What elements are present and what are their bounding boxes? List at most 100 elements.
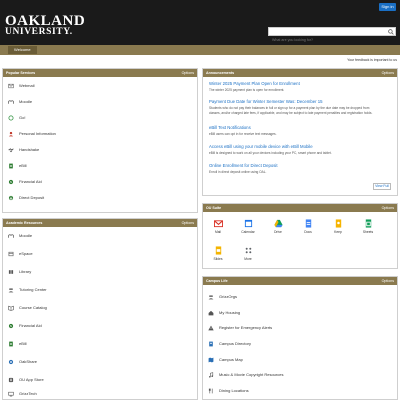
map-icon: [208, 357, 214, 363]
app-label: Mail: [214, 230, 222, 234]
app-docs[interactable]: Docs: [299, 219, 317, 234]
music-icon: [209, 372, 214, 378]
service-moodle[interactable]: Moodle: [8, 98, 32, 106]
app-sheets[interactable]: Sheets: [359, 219, 377, 234]
campus-directory[interactable]: Campus Directory: [208, 340, 251, 348]
resource-ou-app-store[interactable]: OU App Store: [8, 376, 44, 384]
ebill-icon: [9, 163, 13, 169]
resource-label: GrizzTech: [19, 391, 37, 396]
app-label: More: [244, 257, 252, 261]
search-input[interactable]: [269, 36, 379, 44]
resource-moodle[interactable]: Moodle: [8, 232, 32, 240]
announcement-title[interactable]: Access eBill using your mobile device wi…: [209, 144, 313, 149]
campus-copyright-resources[interactable]: Music & Movie Copyright Resources: [208, 371, 283, 379]
view-all-button[interactable]: View Full: [373, 183, 391, 190]
announcements-panel: Announcements Options Winter 2025 Paymen…: [202, 68, 398, 196]
app-keep[interactable]: Keep: [329, 219, 347, 234]
panel-title: Popular Services: [6, 71, 36, 75]
campus-map[interactable]: Campus Map: [208, 356, 243, 364]
announcement-title[interactable]: Payment Due Date for Winter Semester Was…: [209, 99, 323, 104]
options-button[interactable]: Options: [382, 277, 394, 285]
service-label: Go!: [19, 115, 26, 120]
panel-title: Announcements: [206, 71, 235, 75]
options-button[interactable]: Options: [382, 69, 394, 77]
announcement-title[interactable]: eBill Text Notifications: [209, 125, 251, 130]
resource-ebill[interactable]: eBill: [8, 340, 27, 348]
campus-grizzorgs[interactable]: GrizzOrgs: [208, 293, 237, 301]
resource-financial-aid[interactable]: $ Financial Aid: [8, 322, 42, 330]
oakland-logo[interactable]: OAKLAND UNIVERSITY.: [5, 14, 85, 38]
service-webmail[interactable]: Webmail: [8, 82, 35, 90]
keep-icon: [335, 219, 341, 228]
app-label: Docs: [304, 230, 312, 234]
academic-resources-panel: Academic Resources Options Moodle eSpace…: [2, 218, 198, 400]
campus-label: Campus Map: [219, 357, 243, 362]
announcement-body: Students who do not pay their balances i…: [209, 106, 370, 110]
calendar-icon: [244, 219, 252, 228]
campus-dining-locations[interactable]: Dining Locations: [208, 387, 249, 395]
campus-label: Dining Locations: [219, 388, 249, 393]
grizztech-icon: [8, 391, 14, 397]
service-personal-information[interactable]: Personal Information: [8, 130, 56, 138]
campus-label: My Housing: [219, 310, 241, 315]
resource-label: Library: [19, 269, 32, 274]
service-label: eBill: [19, 163, 27, 168]
app-drive[interactable]: Drive: [269, 219, 287, 234]
oakshare-icon: [8, 359, 14, 365]
library-icon: [8, 270, 14, 274]
resource-library[interactable]: Library: [8, 268, 31, 276]
panel-header: Campus Life Options: [203, 277, 397, 285]
resource-label: Moodle: [19, 233, 33, 238]
panel-header: Academic Resources Options: [3, 219, 197, 227]
app-more[interactable]: More: [239, 246, 257, 261]
app-slides[interactable]: Slides: [209, 246, 227, 261]
app-label: Calendar: [241, 230, 255, 234]
slides-icon: [215, 246, 221, 255]
campus-my-housing[interactable]: My Housing: [208, 309, 240, 317]
resource-oakshare[interactable]: OakShare: [8, 358, 37, 366]
resource-label: Tutoring Center: [19, 287, 47, 292]
options-button[interactable]: Options: [382, 204, 394, 212]
announcement-title[interactable]: Winter 2025 Payment Plan Open for Enroll…: [209, 81, 300, 86]
announcement-body: classes, and/or charged late fees, if ap…: [209, 111, 373, 115]
announcement-title[interactable]: Online Enrollment for Direct Deposit: [209, 163, 278, 168]
tab-welcome[interactable]: Welcome: [8, 46, 37, 54]
resource-course-catalog[interactable]: Course Catalog: [8, 304, 47, 312]
panel-header: Announcements Options: [203, 69, 397, 77]
options-button[interactable]: Options: [182, 219, 194, 227]
service-go[interactable]: Go!: [8, 114, 25, 122]
resource-label: eSpace: [19, 251, 33, 256]
panel-title: Campus Life: [206, 279, 228, 283]
top-bar: OAKLAND UNIVERSITY. Sign in: [0, 0, 400, 45]
search-icon[interactable]: [388, 29, 394, 35]
app-calendar[interactable]: Calendar: [239, 219, 257, 234]
money-icon: $: [8, 179, 14, 184]
drive-icon: [273, 219, 283, 228]
announcement-body: Enroll in direct deposit online using OA…: [209, 170, 267, 174]
service-ebill[interactable]: eBill: [8, 162, 27, 170]
service-handshake[interactable]: Handshake: [8, 146, 39, 154]
resource-espace[interactable]: eSpace: [8, 250, 33, 258]
money-icon: $: [8, 323, 14, 328]
tutoring-icon: [8, 288, 14, 293]
signin-button[interactable]: Sign in: [379, 3, 396, 11]
service-label: Handshake: [19, 147, 40, 152]
service-label: Webmail: [19, 83, 35, 88]
resource-grizztech[interactable]: GrizzTech: [8, 390, 37, 398]
moodle-icon: [8, 234, 14, 238]
app-mail[interactable]: Mail: [209, 219, 227, 234]
resource-tutoring-center[interactable]: Tutoring Center: [8, 286, 47, 294]
service-financial-aid[interactable]: $ Financial Aid: [8, 178, 42, 186]
campus-emergency-alerts[interactable]: Register for Emergency Alerts: [208, 324, 272, 332]
sheets-icon: [365, 219, 371, 228]
alert-icon: [208, 325, 214, 331]
options-button[interactable]: Options: [182, 69, 194, 77]
people-icon: [208, 295, 214, 300]
moodle-icon: [8, 100, 14, 104]
announcement-body: eBill users can opt in for receive text …: [209, 132, 277, 136]
app-label: Keep: [334, 230, 342, 234]
service-direct-deposit[interactable]: Direct Deposit: [8, 194, 44, 202]
announcement-body: The winter 2025 payment plan is open for…: [209, 88, 285, 92]
feedback-link[interactable]: Your feedback is important to us: [300, 58, 397, 62]
person-icon: [8, 131, 14, 137]
